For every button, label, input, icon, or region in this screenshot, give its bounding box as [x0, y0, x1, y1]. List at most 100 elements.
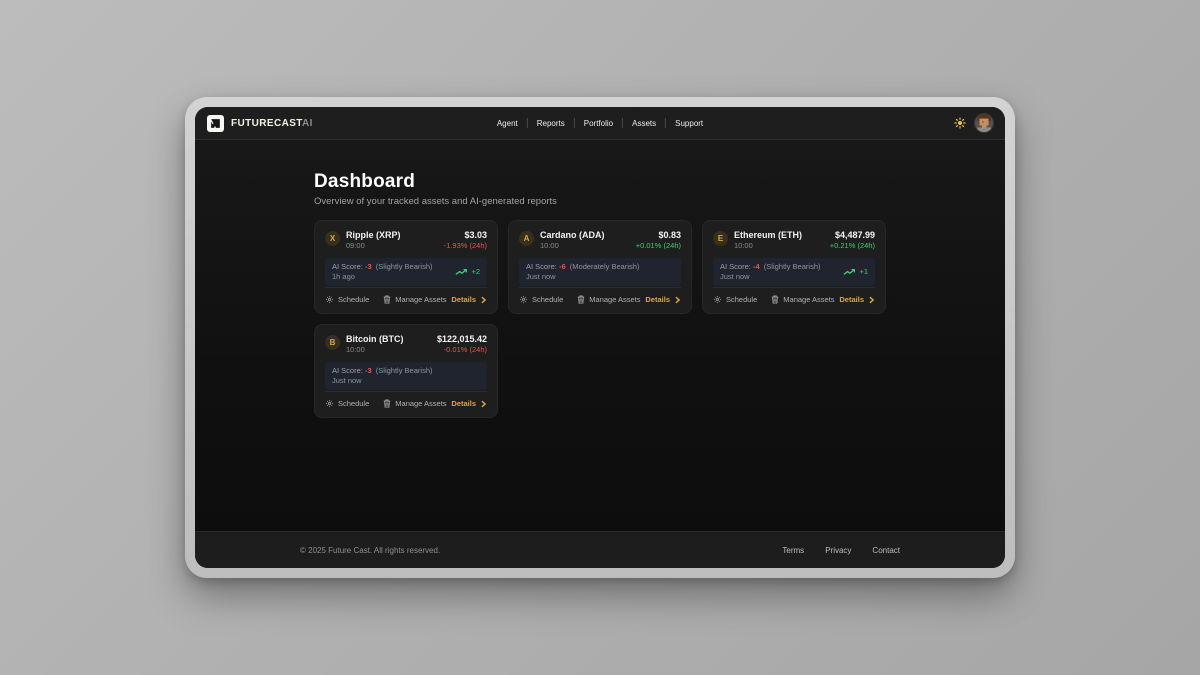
coin-price: $122,015.42 — [437, 334, 487, 345]
trending-up-icon — [843, 268, 856, 276]
nav-item-assets[interactable]: Assets — [623, 119, 665, 128]
schedule-button[interactable]: Schedule — [519, 295, 563, 304]
asset-card-ethereum: E Ethereum (ETH) 10:00 $4,487.99 +0.21% … — [702, 220, 886, 314]
coin-change: +0.01% (24h) — [636, 241, 681, 250]
nav-item-support[interactable]: Support — [666, 119, 712, 128]
page-footer: © 2025 Future Cast. All rights reserved.… — [195, 531, 1005, 568]
coin-icon: B — [325, 335, 340, 350]
brand-logo-icon — [207, 115, 224, 132]
page-subtitle: Overview of your tracked assets and AI-g… — [314, 196, 886, 207]
details-button[interactable]: Details — [839, 295, 875, 304]
coin-icon: E — [713, 231, 728, 246]
app-screen: FUTURECASTAI Agent Reports Portfolio Ass… — [195, 107, 1005, 568]
ai-sentiment: (Slightly Bearish) — [376, 262, 433, 271]
ai-updated-ago: Just now — [526, 272, 639, 282]
coin-price: $3.03 — [444, 230, 487, 241]
asset-cards-grid: X Ripple (XRP) 09:00 $3.03 -1.93% (24h) — [314, 220, 886, 418]
coin-change: -0.01% (24h) — [437, 345, 487, 354]
manage-assets-button[interactable]: Manage Assets — [383, 399, 446, 408]
ai-score-box: AI Score: -3 (Slightly Bearish) Just now — [325, 362, 487, 390]
trash-icon — [383, 295, 391, 304]
ai-score-box: AI Score: -3 (Slightly Bearish) 1h ago +… — [325, 258, 487, 286]
nav-item-reports[interactable]: Reports — [528, 119, 574, 128]
coin-change: +0.21% (24h) — [830, 241, 875, 250]
footer-links: Terms Privacy Contact — [782, 546, 900, 555]
ai-updated-ago: Just now — [720, 272, 820, 282]
trash-icon — [383, 399, 391, 408]
chevron-right-icon — [480, 400, 487, 408]
card-divider — [519, 287, 681, 288]
ai-sentiment: (Moderately Bearish) — [570, 262, 640, 271]
chevron-right-icon — [674, 296, 681, 304]
chevron-right-icon — [480, 296, 487, 304]
page-title: Dashboard — [314, 171, 886, 193]
app-window: FUTURECASTAI Agent Reports Portfolio Ass… — [185, 97, 1015, 578]
ai-updated-ago: Just now — [332, 376, 432, 386]
navbar-right — [954, 114, 993, 132]
coin-time: 09:00 — [346, 241, 401, 250]
asset-card-cardano: A Cardano (ADA) 10:00 $0.83 +0.01% (24h) — [508, 220, 692, 314]
coin-price: $0.83 — [636, 230, 681, 241]
trend-value: +2 — [471, 267, 480, 276]
coin-name: Ethereum (ETH) — [734, 230, 802, 241]
nav-item-agent[interactable]: Agent — [488, 119, 527, 128]
footer-link-terms[interactable]: Terms — [782, 546, 804, 555]
details-button[interactable]: Details — [451, 295, 487, 304]
coin-change: -1.93% (24h) — [444, 241, 487, 250]
sun-icon[interactable] — [954, 117, 966, 129]
card-divider — [325, 287, 487, 288]
card-divider — [713, 287, 875, 288]
coin-time: 10:00 — [540, 241, 605, 250]
coin-name: Bitcoin (BTC) — [346, 334, 404, 345]
trend-badge: +1 — [843, 267, 868, 276]
ai-score-box: AI Score: -4 (Slightly Bearish) Just now… — [713, 258, 875, 286]
asset-card-ripple: X Ripple (XRP) 09:00 $3.03 -1.93% (24h) — [314, 220, 498, 314]
ai-score-value: -3 — [365, 366, 372, 375]
ai-score-value: -4 — [753, 262, 760, 271]
asset-card-bitcoin: B Bitcoin (BTC) 10:00 $122,015.42 -0.01%… — [314, 324, 498, 418]
trash-icon — [577, 295, 585, 304]
ai-sentiment: (Slightly Bearish) — [764, 262, 821, 271]
main-nav: Agent Reports Portfolio Assets Support — [488, 118, 712, 128]
trending-up-icon — [455, 268, 468, 276]
ai-score-value: -3 — [365, 262, 372, 271]
coin-time: 10:00 — [734, 241, 802, 250]
ai-score-box: AI Score: -6 (Moderately Bearish) Just n… — [519, 258, 681, 286]
coin-icon: A — [519, 231, 534, 246]
ai-score-value: -6 — [559, 262, 566, 271]
brand-logo[interactable]: FUTURECASTAI — [207, 115, 313, 132]
details-button[interactable]: Details — [451, 399, 487, 408]
nav-item-portfolio[interactable]: Portfolio — [575, 119, 622, 128]
coin-icon: X — [325, 231, 340, 246]
schedule-button[interactable]: Schedule — [713, 295, 757, 304]
ai-updated-ago: 1h ago — [332, 272, 432, 282]
gear-icon — [325, 399, 334, 408]
schedule-button[interactable]: Schedule — [325, 399, 369, 408]
footer-link-privacy[interactable]: Privacy — [825, 546, 851, 555]
gear-icon — [519, 295, 528, 304]
brand-name: FUTURECASTAI — [231, 118, 313, 129]
manage-assets-button[interactable]: Manage Assets — [577, 295, 640, 304]
coin-name: Ripple (XRP) — [346, 230, 401, 241]
trend-badge: +2 — [455, 267, 480, 276]
card-divider — [325, 391, 487, 392]
trend-value: +1 — [859, 267, 868, 276]
coin-price: $4,487.99 — [830, 230, 875, 241]
coin-name: Cardano (ADA) — [540, 230, 605, 241]
arrow-logo-icon — [209, 117, 222, 130]
gear-icon — [713, 295, 722, 304]
copyright-text: © 2025 Future Cast. All rights reserved. — [300, 546, 440, 555]
trash-icon — [771, 295, 779, 304]
manage-assets-button[interactable]: Manage Assets — [771, 295, 834, 304]
user-avatar[interactable] — [975, 114, 993, 132]
details-button[interactable]: Details — [645, 295, 681, 304]
ai-sentiment: (Slightly Bearish) — [376, 366, 433, 375]
footer-link-contact[interactable]: Contact — [872, 546, 900, 555]
manage-assets-button[interactable]: Manage Assets — [383, 295, 446, 304]
gear-icon — [325, 295, 334, 304]
main-content: Dashboard Overview of your tracked asset… — [195, 140, 1005, 531]
coin-time: 10:00 — [346, 345, 404, 354]
top-navbar: FUTURECASTAI Agent Reports Portfolio Ass… — [195, 107, 1005, 140]
schedule-button[interactable]: Schedule — [325, 295, 369, 304]
chevron-right-icon — [868, 296, 875, 304]
